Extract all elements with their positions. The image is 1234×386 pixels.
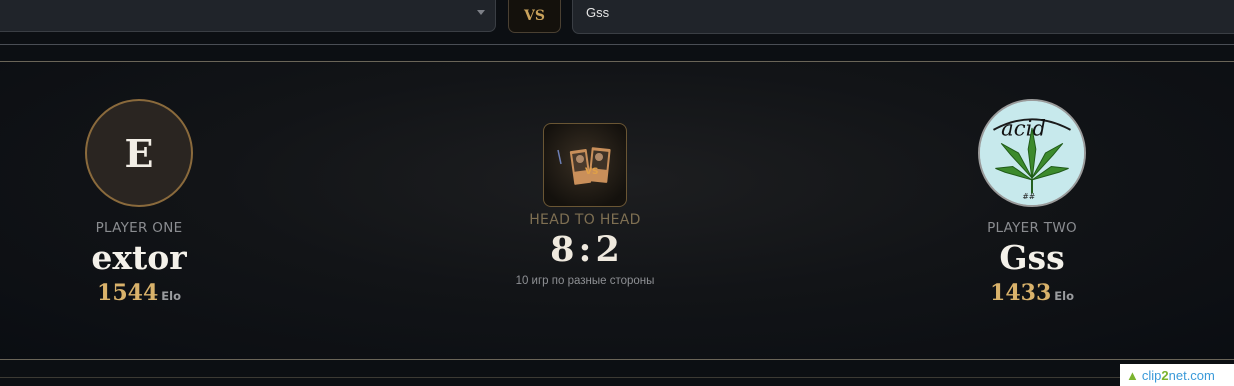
matchup-selector-bar: VS Gss [0,0,1234,44]
player-two-role: PLAYER TWO [987,220,1077,236]
svg-text:acid: acid [1001,116,1046,141]
watermark-part2: 2 [1161,367,1169,383]
watermark-part1: clip [1141,367,1162,383]
player-one-elo: 1544 [97,280,159,306]
player-two-elo-row: 1433 Elo [912,280,1152,306]
player-one-select[interactable] [0,0,496,32]
chevron-down-icon[interactable] [477,10,485,15]
elo-unit: Elo [1054,289,1074,303]
avatar: E [85,99,193,207]
head-to-head-label: HEAD TO HEAD [529,212,641,228]
watermark-part3: net.com [1168,367,1215,383]
head-to-head-summary: VS HEAD TO HEAD 8:2 10 игр по разные сто… [470,123,700,287]
svg-text:VS: VS [585,167,598,177]
player-two-name: Gss [999,238,1065,277]
score-separator: : [578,229,592,270]
avatar: acid ## [978,99,1086,207]
player-one-name: extor [91,238,187,277]
cannabis-leaf-avatar-icon: acid ## [980,101,1084,205]
player-two-select-value: Gss [586,5,610,20]
head-to-head-note: 10 игр по разные стороны [515,275,655,287]
score-left: 8 [550,229,575,270]
svg-text:##: ## [1022,192,1035,201]
vs-badge: VS [508,0,561,33]
head-to-head-score: 8:2 [470,228,700,272]
avatar-letter: E [124,130,154,176]
player-two-select[interactable]: Gss [572,0,1234,34]
player-two-card: acid ## PLAYER TWO Gss 1433 Elo [912,99,1152,306]
vs-label: VS [524,7,545,24]
divider [0,44,1234,45]
player-two-elo: 1433 [990,280,1052,306]
divider [0,377,1234,378]
elo-unit: Elo [161,289,181,303]
clip2net-logo-icon: ▲ [1126,367,1139,383]
player-one-elo-row: 1544 Elo [19,280,259,306]
clip2net-watermark[interactable]: ▲ clip 2 net.com [1120,364,1234,386]
player-one-role: PLAYER ONE [95,220,183,236]
player-one-card: E PLAYER ONE extor 1544 Elo [19,99,259,306]
score-right: 2 [595,229,620,270]
versus-portraits-icon: VS [543,123,627,207]
